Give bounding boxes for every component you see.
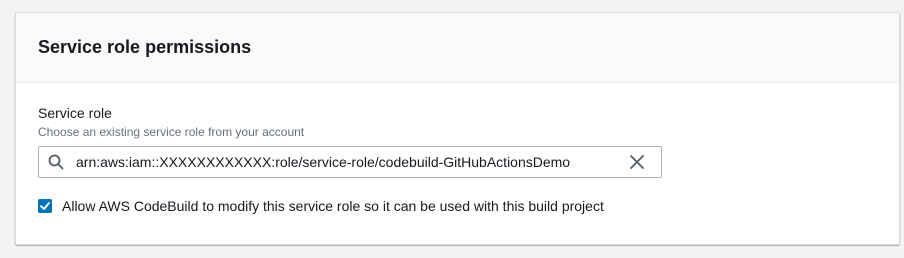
service-role-permissions-panel: Service role permissions Service role Ch… [15,12,900,245]
allow-modify-checkbox[interactable] [38,199,52,213]
service-role-input[interactable] [76,148,622,176]
service-role-description: Choose an existing service role from you… [38,125,305,139]
search-icon [48,154,64,170]
panel-header: Service role permissions [16,13,899,83]
service-role-label: Service role [38,105,112,121]
panel-title: Service role permissions [38,37,252,57]
service-role-autosuggest[interactable] [38,146,662,178]
checkmark-icon [40,202,50,210]
allow-modify-row: Allow AWS CodeBuild to modify this servi… [38,196,899,216]
allow-modify-label[interactable]: Allow AWS CodeBuild to modify this servi… [62,196,604,216]
panel-body: Service role Choose an existing service … [16,83,899,216]
close-icon[interactable] [628,153,646,171]
